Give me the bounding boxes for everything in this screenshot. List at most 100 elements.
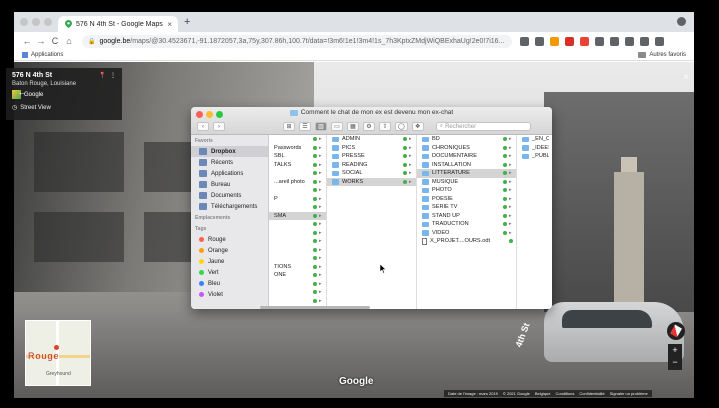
group-button[interactable]: ▦	[347, 122, 359, 131]
finder-row[interactable]: Passwords ▸	[269, 144, 326, 153]
sidebar-tag-jaune[interactable]: Jaune	[191, 256, 268, 267]
sidebar-item-applications[interactable]: Applications	[191, 168, 268, 179]
extension-icon[interactable]	[655, 36, 664, 46]
sidebar-item-t-l-chargements[interactable]: Téléchargements	[191, 201, 268, 212]
forward-button[interactable]: →	[34, 36, 48, 46]
street-view-menu[interactable]: ◷ Street View	[12, 104, 116, 112]
footer-item[interactable]: Signaler un problème	[610, 391, 648, 396]
view-icons-button[interactable]: ⊞	[283, 122, 295, 131]
window-minimize-dot[interactable]	[32, 18, 40, 26]
sidebar-tag-violet[interactable]: Violet	[191, 289, 268, 300]
extension-icon[interactable]	[535, 36, 544, 46]
finder-row[interactable]: SERIE TV ▸	[417, 203, 516, 212]
finder-row[interactable]: SBL ▸	[269, 152, 326, 161]
sidebar-tag-rouge[interactable]: Rouge	[191, 234, 268, 245]
footer-item[interactable]: © 2021 Google	[503, 391, 530, 396]
extension-icon[interactable]	[625, 36, 634, 46]
finder-row[interactable]: TIONS ▸	[269, 263, 326, 272]
finder-row[interactable]: ▸	[269, 297, 326, 306]
finder-row[interactable]: ▸	[269, 288, 326, 297]
sidebar-item-dropbox[interactable]: Dropbox	[191, 146, 268, 157]
finder-row[interactable]: ▸	[269, 169, 326, 178]
street-view-back-icon[interactable]: ←	[18, 88, 26, 97]
zoom-out-button[interactable]: −	[668, 356, 682, 368]
finder-row[interactable]: VIDEO ▸	[417, 229, 516, 238]
finder-row[interactable]: PICS ▸	[327, 144, 416, 153]
finder-row[interactable]: ▸	[269, 229, 326, 238]
finder-row[interactable]: INSTALLATION ▸	[417, 161, 516, 170]
finder-row[interactable]: TRADUCTION ▸	[417, 220, 516, 229]
finder-row[interactable]: ▸	[269, 280, 326, 289]
more-vert-icon[interactable]: ⋮	[110, 72, 116, 79]
tag-icon[interactable]: ◯	[395, 122, 408, 131]
extension-icon[interactable]	[565, 36, 574, 46]
minimap[interactable]: Rouge Greyhound	[25, 320, 91, 386]
finder-row[interactable]: TALKS ▸	[269, 161, 326, 170]
sidebar-tag-bleu[interactable]: Bleu	[191, 278, 268, 289]
bookmark-other[interactable]: Autres favoris	[638, 52, 686, 58]
tab-close-icon[interactable]: ×	[167, 20, 172, 29]
window-zoom-dot[interactable]	[44, 18, 52, 26]
finder-row[interactable]: BD ▸	[417, 135, 516, 144]
finder-row[interactable]: STAND UP ▸	[417, 212, 516, 221]
map-pin-icon[interactable]: 📍	[99, 72, 106, 79]
finder-row[interactable]: X_PROJET....OURS.odt	[417, 237, 516, 246]
finder-row[interactable]: ▸	[269, 186, 326, 195]
finder-forward-button[interactable]: ›	[213, 122, 225, 131]
finder-row[interactable]: READING ▸	[327, 161, 416, 170]
sidebar-item-documents[interactable]: Documents	[191, 190, 268, 201]
finder-row[interactable]: ▸	[269, 203, 326, 212]
finder-back-button[interactable]: ‹	[197, 122, 209, 131]
view-gallery-button[interactable]: ▭	[331, 122, 343, 131]
sidebar-item-r-cents[interactable]: Récents	[191, 157, 268, 168]
window-close-dot[interactable]	[20, 18, 28, 26]
finder-row[interactable]: P ▸	[269, 195, 326, 204]
finder-row[interactable]: CHRONIQUES ▸	[417, 144, 516, 153]
finder-row[interactable]: SOCIAL ▸	[327, 169, 416, 178]
finder-row[interactable]: ADMIN ▸	[327, 135, 416, 144]
dropbox-icon[interactable]: ❖	[411, 122, 424, 131]
footer-item[interactable]: Conditions	[555, 391, 574, 396]
finder-row[interactable]: ▸	[269, 246, 326, 255]
finder-row[interactable]: ONE ▸	[269, 271, 326, 280]
back-button[interactable]: ←	[20, 36, 34, 46]
finder-row[interactable]: ...areil photo ▸	[269, 178, 326, 187]
new-tab-button[interactable]: +	[184, 16, 190, 28]
finder-horizontal-scrollbar[interactable]	[260, 306, 370, 309]
finder-row[interactable]: MUSIQUE ▸	[417, 178, 516, 187]
finder-row[interactable]: _IDEES	[517, 144, 552, 153]
finder-row[interactable]: LITTERATURE ▸	[417, 169, 516, 178]
action-gear-icon[interactable]: ⚙	[363, 122, 375, 131]
sidebar-item-bureau[interactable]: Bureau	[191, 179, 268, 190]
tab-search-icon[interactable]	[677, 17, 686, 26]
home-button[interactable]: ⌂	[62, 36, 76, 46]
finder-row[interactable]: ▸	[269, 254, 326, 263]
finder-row[interactable]: POESIE ▸	[417, 195, 516, 204]
reload-button[interactable]: C	[48, 36, 62, 46]
sidebar-tag-vert[interactable]: Vert	[191, 267, 268, 278]
sidebar-tag-orange[interactable]: Orange	[191, 245, 268, 256]
finder-row[interactable]: SMA ▸	[269, 211, 326, 220]
finder-row[interactable]: ▸	[269, 135, 326, 144]
share-icon[interactable]: ⇧	[379, 122, 391, 131]
finder-search-field[interactable]: ⌕ Rechercher	[435, 122, 531, 131]
extension-icon[interactable]	[580, 36, 589, 46]
finder-row[interactable]: PHOTO ▸	[417, 186, 516, 195]
zoom-in-button[interactable]: +	[668, 344, 682, 356]
view-columns-button[interactable]: ▥	[315, 122, 327, 131]
address-bar[interactable]: 🔒 google.be /maps/@30.4523671,-91.187205…	[82, 34, 512, 48]
extension-icon[interactable]	[610, 36, 619, 46]
street-view-close-icon[interactable]: ×	[683, 72, 689, 83]
tab-google-maps[interactable]: 576 N 4th St - Google Maps ×	[58, 16, 178, 32]
extension-icon[interactable]	[595, 36, 604, 46]
bookmark-apps[interactable]: Applications	[22, 52, 63, 58]
view-list-button[interactable]: ☰	[299, 122, 311, 131]
extension-icon[interactable]	[640, 36, 649, 46]
finder-row[interactable]: _PUBLIE	[517, 152, 552, 161]
finder-row[interactable]: _EN_CO	[517, 135, 552, 144]
finder-row[interactable]: ▸	[269, 220, 326, 229]
footer-item[interactable]: Belgique	[535, 391, 551, 396]
finder-row[interactable]: WORKS ▸	[327, 177, 416, 186]
compass-icon[interactable]	[667, 322, 685, 340]
finder-row[interactable]: ▸	[269, 237, 326, 246]
